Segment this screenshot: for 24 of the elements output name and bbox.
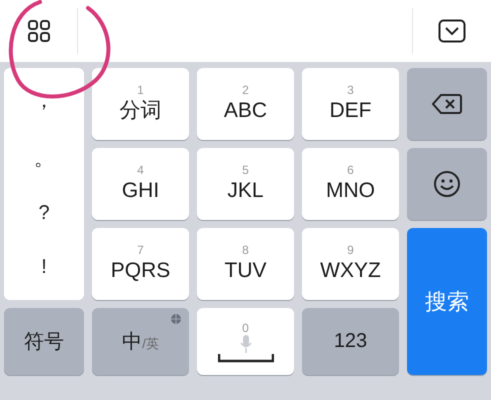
smiley-icon[interactable] (433, 170, 461, 198)
key[interactable]: 7 PQRS (92, 228, 189, 300)
punctuation-key[interactable]: ! (41, 256, 47, 279)
chevron-down-icon[interactable] (438, 19, 466, 43)
key[interactable]: 5 JKL (197, 148, 294, 220)
key-digit: 0 (242, 320, 249, 334)
grid-icon[interactable] (26, 19, 50, 43)
punctuation-key[interactable]: ， (34, 87, 54, 114)
key[interactable]: 8 TUV (197, 228, 294, 300)
key[interactable]: 123 (302, 308, 399, 375)
punctuation-key[interactable]: 。 (34, 144, 54, 172)
search-button[interactable]: 搜索 (407, 228, 487, 375)
key[interactable]: 2 ABC (197, 68, 294, 140)
key[interactable]: 3 DEF (302, 68, 399, 140)
key[interactable]: 符号 (4, 308, 84, 375)
language-switch-key[interactable]: 中/英 (122, 328, 159, 355)
key[interactable]: 6 MNO (302, 148, 399, 220)
key[interactable]: 1 分词 (92, 68, 189, 140)
backspace-icon[interactable] (432, 93, 462, 115)
key[interactable]: 9 WXYZ (302, 228, 399, 300)
globe-icon (171, 314, 181, 324)
space-bar-icon[interactable] (218, 352, 274, 362)
punctuation-key[interactable]: ? (38, 202, 50, 226)
key[interactable]: 4 GHI (92, 148, 189, 220)
